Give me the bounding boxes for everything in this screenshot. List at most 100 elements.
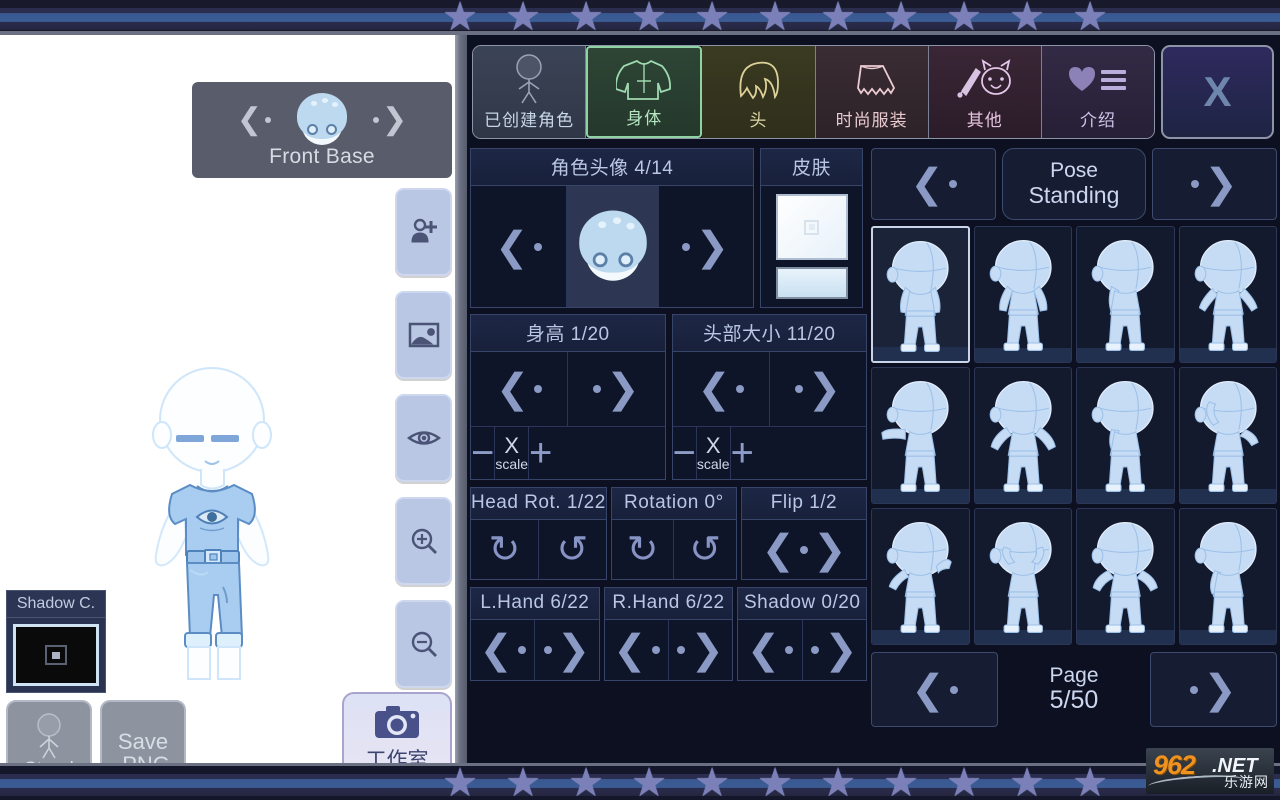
pose-cell-pose-walk[interactable] (974, 367, 1073, 504)
shadow-color-swatch[interactable] (13, 624, 99, 686)
zoom-out-button[interactable] (395, 600, 452, 688)
head-size-scale-minus-button[interactable]: − (673, 427, 697, 479)
height-title: 身高 1/20 (471, 315, 665, 352)
pose-cell-pose-kick[interactable] (1179, 367, 1278, 504)
pose-cell-pose-standing-front[interactable] (871, 226, 970, 363)
head-size-scale-plus-button[interactable]: + (731, 427, 754, 479)
height-prev-button[interactable]: ❮ (471, 352, 568, 426)
rotation-panel: Rotation 0° ↻ ↺ (611, 487, 737, 580)
chevron-left-icon: ❮ (496, 369, 543, 409)
head-size-prev-button[interactable]: ❮ (673, 352, 770, 426)
right-hand-next-button[interactable]: ❯ (669, 620, 732, 680)
right-hand-panel: R.Hand 6/22 ❮ ❯ (604, 587, 734, 681)
height-scale-plus-button[interactable]: + (529, 427, 552, 479)
zoom-in-button[interactable] (395, 497, 452, 585)
chevron-right-icon: ❯ (544, 630, 591, 670)
front-base-selector[interactable]: ❮ ❯ Front Base (192, 82, 452, 178)
page-prev-button[interactable]: ❮ (871, 652, 998, 727)
shadow-prev-button[interactable]: ❮ (738, 620, 802, 680)
flip-toggle-button[interactable]: ❮❯ (742, 520, 866, 579)
tab-body[interactable]: 身体 (586, 46, 702, 138)
canvas-toolbar[interactable] (395, 188, 452, 703)
pose-cell-pose-lean[interactable] (1179, 508, 1278, 645)
page-next-button[interactable]: ❯ (1150, 652, 1277, 727)
tab-head[interactable]: 头 (702, 46, 815, 138)
rotate-ccw-button[interactable]: ↺ (674, 520, 736, 579)
head-size-next-button[interactable]: ❯ (770, 352, 866, 426)
tab-label: 其他 (967, 106, 1003, 138)
rotate-cw-button[interactable]: ↻ (612, 520, 675, 579)
rotation-row: Head Rot. 1/22 ↻ ↺ Rotation 0° ↻ (470, 487, 867, 580)
avatar-prev-button[interactable]: ❮ (471, 186, 567, 307)
shadow-color-panel[interactable]: Shadow C. (6, 590, 106, 693)
head-size-arrows: ❮ ❯ (673, 352, 867, 426)
head-rotate-cw-button[interactable]: ↻ (471, 520, 539, 579)
pose-title-line2: Standing (1029, 183, 1120, 208)
chevron-left-icon: ❮ (479, 630, 526, 670)
height-next-button[interactable]: ❯ (568, 352, 664, 426)
sword-cat-icon (954, 46, 1016, 106)
tab-label: 时尚服装 (836, 106, 908, 138)
skin-swatch-primary[interactable] (776, 194, 848, 260)
avatar-current-preview (567, 186, 659, 307)
pose-header: ❮ Pose Standing ❯ (871, 148, 1277, 220)
height-scale-minus-button[interactable]: − (471, 427, 495, 479)
background-image-button[interactable] (395, 291, 452, 379)
rotate-clockwise-icon: ↻ (489, 531, 521, 569)
left-hand-prev-button[interactable]: ❮ (471, 620, 535, 680)
pose-pagination: ❮ Page 5/50 ❯ (871, 652, 1277, 727)
chevron-right-icon: ❯ (1190, 670, 1237, 710)
pose-prev-button[interactable]: ❮ (871, 148, 996, 220)
left-hand-next-button[interactable]: ❯ (535, 620, 598, 680)
pose-grid[interactable] (871, 226, 1277, 645)
tab-created-characters[interactable]: 已创建角色 (473, 46, 586, 138)
shadow-next-button[interactable]: ❯ (803, 620, 866, 680)
front-base-next-icon[interactable]: ❯ (373, 105, 407, 135)
image-icon (408, 321, 440, 349)
pose-cell-pose-arm-out[interactable] (871, 367, 970, 504)
standing-figure-icon (29, 713, 69, 759)
preview-eye-button[interactable] (395, 394, 452, 482)
pose-cell-pose-hands-behind[interactable] (1076, 367, 1175, 504)
hair-icon (731, 46, 785, 106)
skin-swatch-secondary[interactable] (776, 267, 848, 299)
front-base-prev-icon[interactable]: ❮ (237, 105, 271, 135)
page-value: 5/50 (1050, 687, 1099, 713)
pose-figure-icon (1077, 231, 1174, 359)
pose-cell-pose-hands-on-hips[interactable] (1179, 226, 1278, 363)
pose-title[interactable]: Pose Standing (1002, 148, 1146, 220)
pose-cell-pose-arms-down[interactable] (1076, 508, 1175, 645)
tab-other[interactable]: 其他 (929, 46, 1042, 138)
watermark-cn: 乐游网 (1224, 772, 1269, 792)
character-canvas[interactable]: ❮ ❯ Front Base (0, 35, 460, 763)
flip-body[interactable]: ❮❯ (742, 520, 866, 579)
plus-icon: + (529, 437, 552, 469)
pose-cell-pose-standing-back[interactable] (1076, 226, 1175, 363)
shadow-color-title: Shadow C. (7, 591, 105, 618)
head-rotate-ccw-button[interactable]: ↺ (539, 520, 606, 579)
tab-intro[interactable]: 介绍 (1042, 46, 1154, 138)
page-indicator: Page 5/50 (1004, 652, 1144, 727)
right-hand-prev-button[interactable]: ❮ (605, 620, 669, 680)
pose-cell-pose-standing-side[interactable] (974, 226, 1073, 363)
add-character-button[interactable] (395, 188, 452, 276)
pose-next-button[interactable]: ❯ (1152, 148, 1277, 220)
chevron-left-icon: ❮ (697, 369, 744, 409)
avatar-next-button[interactable]: ❯ (659, 186, 754, 307)
pose-cell-pose-arms-up[interactable] (974, 508, 1073, 645)
chevron-left-icon: ❮ (495, 227, 542, 267)
scale-row: 身高 1/20 ❮ ❯ − X sca (470, 314, 867, 480)
save-button-line1: Save (118, 730, 168, 753)
chevron-left-icon: ❮ (613, 630, 660, 670)
chevron-right-icon: ❯ (1191, 164, 1238, 204)
tab-fashion[interactable]: 时尚服装 (816, 46, 929, 138)
rotation-body: ↻ ↺ (612, 520, 736, 579)
close-button[interactable]: X (1161, 45, 1274, 139)
left-hand-body: ❮ ❯ (471, 620, 599, 680)
flip-title: Flip 1/2 (742, 488, 866, 520)
skin-title: 皮肤 (761, 149, 862, 186)
avatar-selector-body: ❮ ❯ (471, 186, 753, 307)
pose-cell-pose-wave[interactable] (871, 508, 970, 645)
flip-panel: Flip 1/2 ❮❯ (741, 487, 867, 580)
category-tabs[interactable]: 已创建角色 身体 头 (472, 45, 1155, 139)
